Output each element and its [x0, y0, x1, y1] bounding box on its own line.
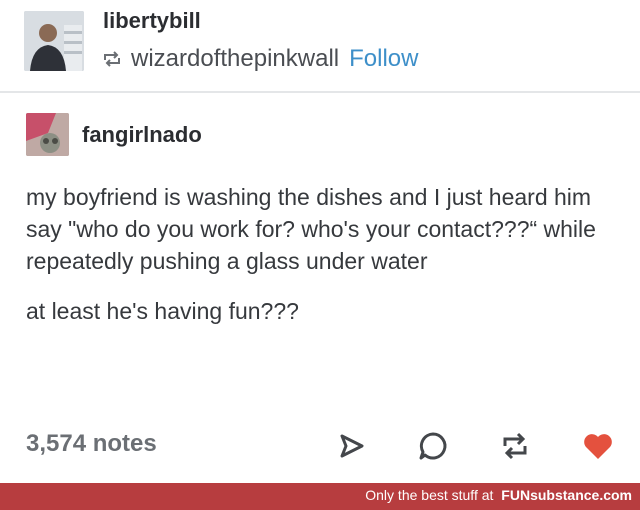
- post-paragraph: my boyfriend is washing the dishes and I…: [26, 184, 596, 274]
- heart-icon[interactable]: [580, 428, 616, 464]
- watermark-tagline: Only the best stuff at: [365, 487, 494, 503]
- reblog-source: wizardofthepinkwall Follow: [103, 45, 418, 73]
- post-paragraph: at least he's having fun???: [26, 298, 299, 324]
- watermark-text: Only the best stuff at FUNsubstance.com: [365, 487, 632, 503]
- post-username[interactable]: libertybill: [103, 8, 201, 34]
- reblog-user-avatar[interactable]: [26, 113, 69, 156]
- reblog-icon: [103, 51, 121, 67]
- reblog-icon[interactable]: [497, 428, 533, 464]
- reblog-username[interactable]: fangirlnado: [82, 122, 202, 148]
- share-icon[interactable]: [333, 428, 369, 464]
- divider: [0, 91, 640, 93]
- tumblr-post: libertybill wizardofthepinkwall Follow f…: [0, 0, 640, 483]
- post-actions: [0, 428, 640, 464]
- watermark-banner: Only the best stuff at FUNsubstance.com: [0, 483, 640, 510]
- user-avatar[interactable]: [24, 11, 84, 71]
- reply-icon[interactable]: [415, 428, 451, 464]
- post-body: my boyfriend is washing the dishes and I…: [26, 181, 626, 345]
- watermark-brand: FUNsubstance.com: [501, 487, 632, 503]
- follow-button[interactable]: Follow: [349, 45, 418, 73]
- reblogged-from-username[interactable]: wizardofthepinkwall: [131, 45, 339, 73]
